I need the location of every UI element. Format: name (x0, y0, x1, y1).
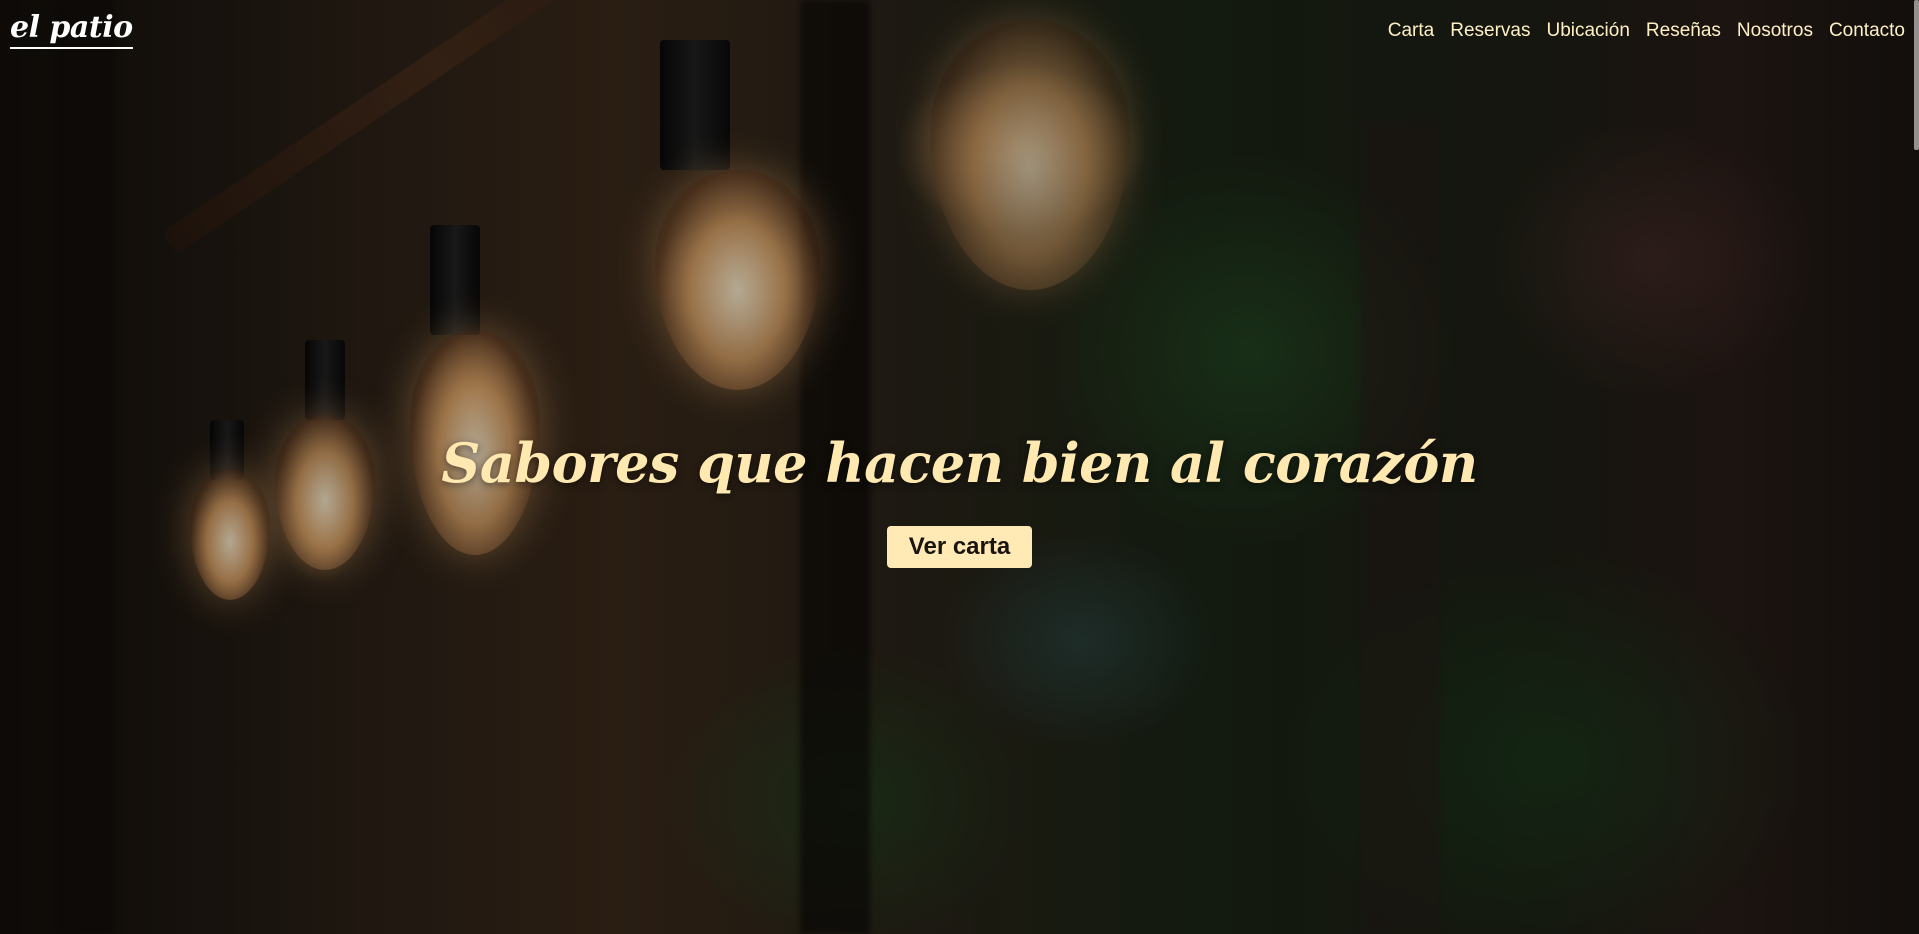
nav-link-ubicacion[interactable]: Ubicación (1546, 19, 1629, 43)
hero-title: Sabores que hacen bien al corazón (441, 431, 1478, 495)
view-menu-button[interactable]: Ver carta (887, 526, 1032, 568)
site-logo[interactable]: el patio (10, 10, 133, 49)
nav-link-resenas[interactable]: Reseñas (1646, 19, 1721, 43)
nav-link-reservas[interactable]: Reservas (1450, 19, 1530, 43)
nav-link-nosotros[interactable]: Nosotros (1737, 19, 1813, 43)
scrollbar-thumb[interactable] (1914, 0, 1919, 150)
hero-section: el patio Carta Reservas Ubicación Reseña… (0, 0, 1919, 934)
nav-link-carta[interactable]: Carta (1388, 19, 1434, 43)
nav-links: Carta Reservas Ubicación Reseñas Nosotro… (1388, 19, 1905, 43)
nav-link-contacto[interactable]: Contacto (1829, 19, 1905, 43)
top-navbar: el patio Carta Reservas Ubicación Reseña… (0, 0, 1919, 64)
